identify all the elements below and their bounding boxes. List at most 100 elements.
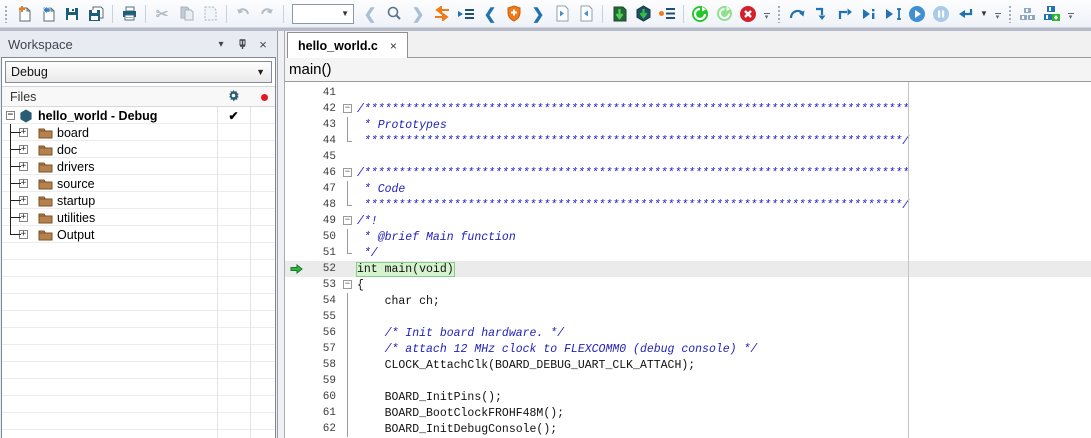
- breakpoint-gutter[interactable]: [285, 277, 307, 293]
- search-combo[interactable]: ▼: [292, 4, 354, 24]
- toolbar-overflow-icon[interactable]: ▾: [1065, 4, 1076, 24]
- code-area[interactable]: 41 42 − /*******************************…: [285, 82, 1091, 438]
- toolbar-grip[interactable]: [4, 5, 9, 23]
- fold-minus-icon[interactable]: −: [343, 104, 352, 113]
- tree-item-doc[interactable]: + doc: [2, 141, 275, 158]
- save-all-icon[interactable]: [84, 2, 108, 26]
- breakpoint-gutter[interactable]: [285, 197, 307, 213]
- panel-splitter[interactable]: [277, 31, 284, 438]
- code-line[interactable]: 61 BOARD_BootClockFROHF48M();: [285, 405, 1091, 421]
- tab-hello-world-c[interactable]: hello_world.c ×: [287, 32, 408, 58]
- fold-column[interactable]: [340, 341, 357, 357]
- code-line[interactable]: 42 − /**********************************…: [285, 101, 1091, 117]
- fold-column[interactable]: [340, 117, 357, 133]
- tree-item-source[interactable]: + source: [2, 175, 275, 192]
- paste-icon[interactable]: [198, 2, 222, 26]
- breakpoint-gutter[interactable]: [285, 357, 307, 373]
- run-to-cursor-icon[interactable]: [881, 2, 905, 26]
- tree-item-output[interactable]: + Output: [2, 226, 275, 243]
- tree-item-board[interactable]: + board: [2, 124, 275, 141]
- copy-icon[interactable]: [174, 2, 198, 26]
- breakpoints-column-header[interactable]: [250, 90, 278, 104]
- bookmark-list-icon[interactable]: [454, 2, 478, 26]
- code-line[interactable]: 53 − {: [285, 277, 1091, 293]
- step-into-icon[interactable]: [809, 2, 833, 26]
- expand-plus-icon[interactable]: +: [19, 230, 28, 239]
- code-line[interactable]: 43 * Prototypes: [285, 117, 1091, 133]
- workspace-menu-icon[interactable]: ▾: [213, 36, 229, 52]
- go-icon[interactable]: [905, 2, 929, 26]
- fold-column[interactable]: [340, 293, 357, 309]
- fold-column[interactable]: [340, 421, 357, 437]
- fold-column[interactable]: [340, 181, 357, 197]
- tree-item-startup[interactable]: + startup: [2, 192, 275, 209]
- breakpoint-gutter[interactable]: [285, 373, 307, 389]
- fold-column[interactable]: [340, 357, 357, 373]
- fold-column[interactable]: [340, 405, 357, 421]
- workspace-pin-icon[interactable]: [234, 36, 250, 52]
- nav-forward-icon[interactable]: ❯: [406, 2, 430, 26]
- code-line[interactable]: 55: [285, 309, 1091, 325]
- combo-dropdown-icon[interactable]: ▼: [337, 9, 353, 18]
- stack-window-icon[interactable]: [1016, 2, 1040, 26]
- tree-item-drivers[interactable]: + drivers: [2, 158, 275, 175]
- next-statement-icon[interactable]: [857, 2, 881, 26]
- fold-minus-icon[interactable]: −: [343, 280, 352, 289]
- redo-icon[interactable]: [255, 2, 279, 26]
- nav-back-icon[interactable]: ❮: [358, 2, 382, 26]
- code-line[interactable]: 57 /* attach 12 MHz clock to FLEXCOMM0 (…: [285, 341, 1091, 357]
- breakpoint-gutter[interactable]: [285, 133, 307, 149]
- expand-plus-icon[interactable]: +: [19, 128, 28, 137]
- breakpoint-gutter[interactable]: [285, 181, 307, 197]
- breakpoint-gutter[interactable]: [285, 85, 307, 101]
- new-document-icon[interactable]: [12, 2, 36, 26]
- breakpoint-gutter[interactable]: [285, 213, 307, 229]
- breakpoint-gutter[interactable]: [285, 293, 307, 309]
- fold-column[interactable]: [340, 229, 357, 245]
- breakpoint-gutter[interactable]: [285, 341, 307, 357]
- step-out-icon[interactable]: [833, 2, 857, 26]
- find-icon[interactable]: [382, 2, 406, 26]
- breakpoint-gutter[interactable]: [285, 261, 307, 277]
- code-line[interactable]: 59: [285, 373, 1091, 389]
- prev-doc-icon[interactable]: [550, 2, 574, 26]
- breakpoint-gutter[interactable]: [285, 389, 307, 405]
- fold-column[interactable]: [340, 149, 357, 165]
- workspace-title-bar[interactable]: Workspace ▾ ×: [0, 31, 277, 57]
- fold-column[interactable]: [340, 309, 357, 325]
- fold-column[interactable]: −: [340, 165, 357, 181]
- toolbar-overflow-icon[interactable]: ▾: [992, 4, 1003, 24]
- fold-column[interactable]: [340, 389, 357, 405]
- breakpoint-gutter[interactable]: [285, 325, 307, 341]
- code-line[interactable]: 45: [285, 149, 1091, 165]
- fold-column[interactable]: [340, 261, 357, 277]
- code-line[interactable]: 41: [285, 85, 1091, 101]
- tab-close-icon[interactable]: ×: [390, 39, 397, 53]
- toolbar-overflow-icon[interactable]: ▾: [761, 4, 772, 24]
- break-icon[interactable]: [929, 2, 953, 26]
- breakpoint-gutter[interactable]: [285, 165, 307, 181]
- code-line[interactable]: 62 BOARD_InitDebugConsole();: [285, 421, 1091, 437]
- expand-plus-icon[interactable]: +: [19, 196, 28, 205]
- stop-build-icon[interactable]: [736, 2, 760, 26]
- breakpoint-gutter[interactable]: [285, 101, 307, 117]
- files-column-header[interactable]: Files: [2, 87, 275, 107]
- workspace-close-icon[interactable]: ×: [255, 36, 271, 52]
- tree-item-project-root[interactable]: − hello_world - Debug ✔: [2, 107, 275, 124]
- fold-minus-icon[interactable]: −: [343, 216, 352, 225]
- fold-minus-icon[interactable]: −: [343, 168, 352, 177]
- toggle-breakpoint-icon[interactable]: [502, 2, 526, 26]
- code-line[interactable]: 54 char ch;: [285, 293, 1091, 309]
- code-line[interactable]: 52 int main(void): [285, 261, 1091, 277]
- collapse-minus-icon[interactable]: −: [6, 111, 15, 120]
- options-column-header[interactable]: [217, 89, 250, 105]
- next-doc-icon[interactable]: [574, 2, 598, 26]
- breakpoint-gutter[interactable]: [285, 421, 307, 437]
- expand-plus-icon[interactable]: +: [19, 162, 28, 171]
- code-line[interactable]: 60 BOARD_InitPins();: [285, 389, 1091, 405]
- fold-column[interactable]: [340, 245, 357, 261]
- fold-column[interactable]: [340, 197, 357, 213]
- breakpoint-gutter[interactable]: [285, 117, 307, 133]
- step-over-icon[interactable]: [785, 2, 809, 26]
- expand-plus-icon[interactable]: +: [19, 179, 28, 188]
